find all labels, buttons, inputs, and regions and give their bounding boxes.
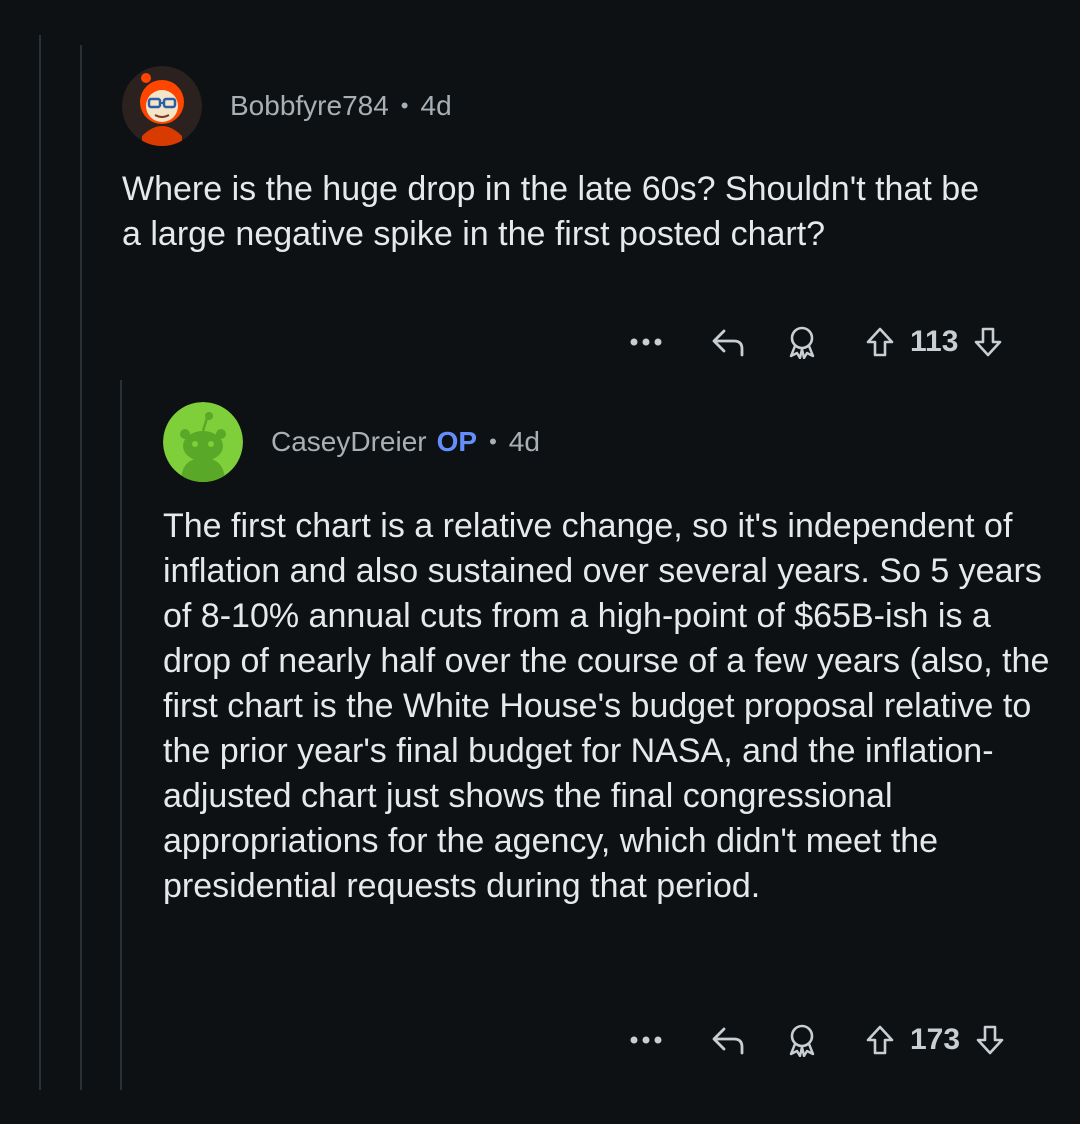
snoo-avatar-glasses-icon bbox=[122, 66, 202, 146]
username[interactable]: CaseyDreier bbox=[271, 426, 427, 458]
vote-count: 113 bbox=[910, 325, 959, 358]
reply-button[interactable] bbox=[706, 320, 750, 364]
thread-line-outer-1[interactable] bbox=[39, 35, 41, 1090]
user-avatar[interactable] bbox=[122, 66, 202, 146]
comment-age[interactable]: 4d bbox=[421, 90, 452, 122]
reply-icon bbox=[712, 329, 744, 357]
snoo-avatar-default-icon bbox=[163, 402, 243, 482]
comment-actions: 113 bbox=[626, 320, 1008, 364]
downvote-button[interactable] bbox=[970, 1018, 1010, 1062]
upvote-button[interactable] bbox=[860, 320, 900, 364]
award-icon bbox=[789, 1024, 815, 1057]
meta-separator: • bbox=[400, 93, 409, 118]
reply-icon bbox=[712, 1027, 744, 1055]
meta-separator: • bbox=[489, 429, 497, 454]
upvote-arrow-icon bbox=[866, 1025, 894, 1055]
thread-line-outer-2[interactable] bbox=[80, 45, 82, 1090]
comment-actions: 173 bbox=[626, 1018, 1010, 1062]
more-options-button[interactable] bbox=[626, 1018, 666, 1062]
thread-line-reply[interactable] bbox=[120, 380, 122, 1090]
downvote-button[interactable] bbox=[968, 320, 1008, 364]
username[interactable]: Bobbfyre784 bbox=[230, 90, 389, 122]
comment-meta: CaseyDreier OP • 4d bbox=[271, 426, 540, 458]
upvote-button[interactable] bbox=[860, 1018, 900, 1062]
comment-meta: Bobbfyre784 • 4d bbox=[230, 90, 452, 122]
comment-body: Where is the huge drop in the late 60s? … bbox=[122, 170, 980, 253]
reply-button[interactable] bbox=[706, 1018, 750, 1062]
more-options-button[interactable] bbox=[626, 320, 666, 364]
award-button[interactable] bbox=[780, 1018, 824, 1062]
more-options-icon bbox=[630, 338, 662, 346]
vote-count: 173 bbox=[910, 1023, 961, 1056]
reply-header: CaseyDreier OP • 4d bbox=[163, 402, 540, 482]
downvote-arrow-icon bbox=[975, 327, 1002, 357]
comment-body: The first chart is a relative change, so… bbox=[163, 507, 1050, 905]
award-button[interactable] bbox=[780, 320, 824, 364]
op-badge: OP bbox=[436, 426, 478, 457]
user-avatar[interactable] bbox=[163, 402, 243, 482]
comment-header: Bobbfyre784 • 4d bbox=[122, 66, 452, 146]
upvote-arrow-icon bbox=[866, 327, 894, 357]
comment-age[interactable]: 4d bbox=[509, 426, 540, 458]
more-options-icon bbox=[630, 1036, 662, 1044]
award-icon bbox=[789, 326, 815, 359]
downvote-arrow-icon bbox=[976, 1025, 1004, 1055]
